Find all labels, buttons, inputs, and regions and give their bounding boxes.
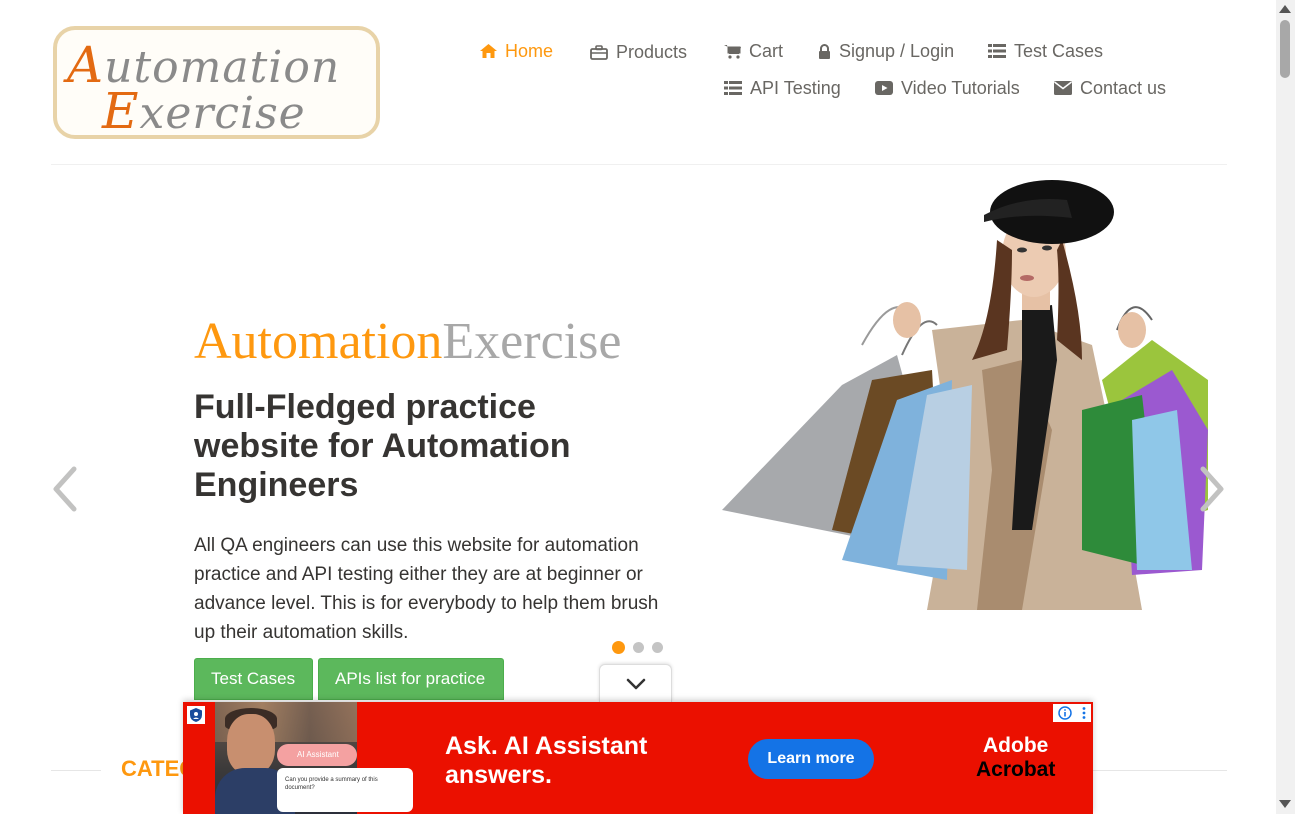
page-scrollbar[interactable] [1276,0,1295,814]
nav-video-tutorials[interactable]: Video Tutorials [875,77,1020,99]
nav-cart[interactable]: Cart [724,40,783,62]
ad-brand-line2: Acrobat [976,758,1056,781]
header-divider [51,164,1227,165]
ad-ai-bubble: AI Assistant [277,744,357,766]
nav-home[interactable]: Home [480,40,553,62]
slider-headline: Full-Fledged practice website for Automa… [194,388,571,504]
ad-headline: Ask. AI Assistant answers. [445,732,647,790]
ad-brand: Adobe Acrobat [976,734,1055,782]
slider-next-arrow-icon[interactable] [1197,465,1227,513]
list-icon [988,44,1006,58]
info-icon[interactable] [1057,706,1072,720]
more-vertical-icon[interactable] [1081,706,1087,720]
ad-prompt-card: Can you provide a summary of this docume… [277,768,413,812]
ad-learn-more-button[interactable]: Learn more [748,739,874,779]
slider-indicator-2[interactable] [633,642,644,653]
nav-api-testing[interactable]: API Testing [724,77,841,99]
slider-prev-arrow-icon[interactable] [50,465,80,513]
category-divider-left [51,770,101,771]
nav-api-testing-label: API Testing [750,77,841,98]
logo-line2: Exercise [102,82,306,140]
nav-signup-login-label: Signup / Login [839,40,955,61]
logo-line2-text: xercise [139,88,306,139]
slider-title-part1: Automation [194,313,443,370]
slider-indicator-1[interactable] [612,641,625,654]
ad-brand-line1: Adobe [983,734,1049,757]
ad-headline-line1: Ask. AI Assistant [445,732,648,760]
slider-indicator-3[interactable] [652,642,663,653]
scroll-down-arrow-icon[interactable] [1278,799,1292,809]
briefcase-icon [590,44,608,60]
category-divider-right [1093,770,1227,771]
slider-title: AutomationExercise [194,312,621,371]
page: Automation Exercise Home Products Cart S… [0,0,1295,814]
ad-collapse-toggle[interactable] [599,664,672,702]
chevron-down-icon [626,678,645,689]
home-icon [480,44,497,58]
scroll-up-arrow-icon[interactable] [1278,4,1292,14]
lock-icon [819,43,830,59]
shield-icon [187,706,205,724]
apis-list-button[interactable]: APIs list for practice [318,658,504,700]
envelope-icon [1054,81,1072,95]
list-icon [724,81,742,95]
nav-contact-us[interactable]: Contact us [1054,77,1166,99]
nav-video-tutorials-label: Video Tutorials [901,77,1020,98]
cart-icon [724,44,741,59]
site-logo[interactable]: Automation Exercise [53,26,380,140]
nav-test-cases[interactable]: Test Cases [988,40,1103,62]
youtube-play-icon [875,81,893,95]
test-cases-button[interactable]: Test Cases [194,658,313,700]
nav-test-cases-label: Test Cases [1014,40,1104,61]
slider-title-part2: Exercise [442,313,622,370]
slider-indicators [612,641,663,654]
ad-banner[interactable]: AI Assistant Can you provide a summary o… [183,702,1093,814]
ad-choices[interactable] [1053,704,1091,722]
nav-cart-label: Cart [749,40,784,61]
nav-signup-login[interactable]: Signup / Login [818,40,954,62]
scrollbar-thumb[interactable] [1280,20,1290,78]
slider-description: All QA engineers can use this website fo… [194,535,659,643]
nav-contact-us-label: Contact us [1080,77,1167,98]
hero-model-image [722,180,1208,610]
nav-products-label: Products [616,41,688,62]
nav-home-label: Home [505,40,554,61]
nav-products[interactable]: Products [590,41,687,63]
ad-headline-line2: answers. [445,761,553,789]
